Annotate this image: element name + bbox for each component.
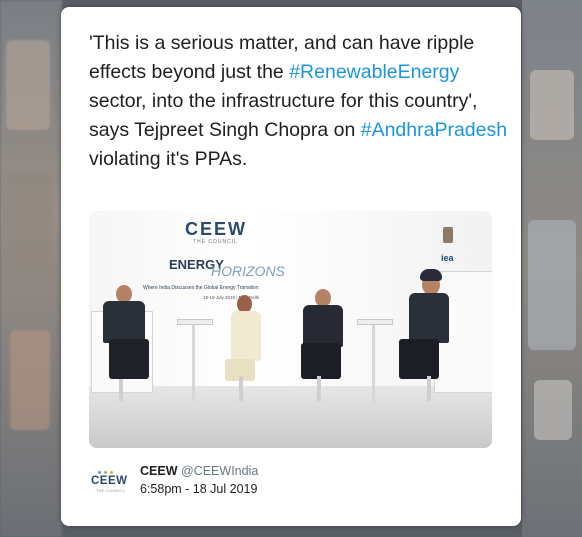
hashtag-andhra-pradesh[interactable]: #AndhraPradesh (361, 119, 507, 141)
avatar-logo-text: CEEW (91, 475, 128, 487)
background-right-strip (522, 0, 582, 537)
side-table-1 (192, 323, 195, 401)
stage-floor (89, 386, 492, 448)
hashtag-renewable-energy[interactable]: #RenewableEnergy (289, 61, 459, 83)
side-table-top-1 (177, 319, 213, 325)
author-name[interactable]: CEEW (140, 464, 178, 478)
author-handle[interactable]: @CEEWIndia (181, 464, 258, 478)
side-table-top-2 (357, 319, 393, 325)
author-avatar[interactable]: CEEW THE COUNCIL (89, 468, 127, 498)
tweet-timestamp[interactable]: 6:58pm - 18 Jul 2019 (140, 482, 257, 496)
tweet-card: 'This is a serious matter, and can have … (61, 7, 521, 526)
photo-tagline: Where India Discusses the Global Energy … (143, 285, 259, 291)
tweet-photo[interactable]: CEEW THE COUNCIL ENERGY HORIZONS Where I… (89, 211, 492, 448)
photo-partner-logo: iea (441, 253, 454, 263)
tweet-text-part-3: violating it's PPAs. (89, 148, 248, 170)
emblem-icon (443, 227, 453, 243)
side-table-2 (372, 323, 375, 403)
tweet-text: 'This is a serious matter, and can have … (89, 29, 509, 174)
background-left-strip (0, 0, 62, 537)
photo-event-subtitle: HORIZONS (211, 263, 285, 279)
photo-ceew-logo: CEEW (185, 219, 247, 239)
avatar-logo-subtitle: THE COUNCIL (96, 489, 126, 493)
photo-logo-subtitle: THE COUNCIL (193, 239, 238, 245)
